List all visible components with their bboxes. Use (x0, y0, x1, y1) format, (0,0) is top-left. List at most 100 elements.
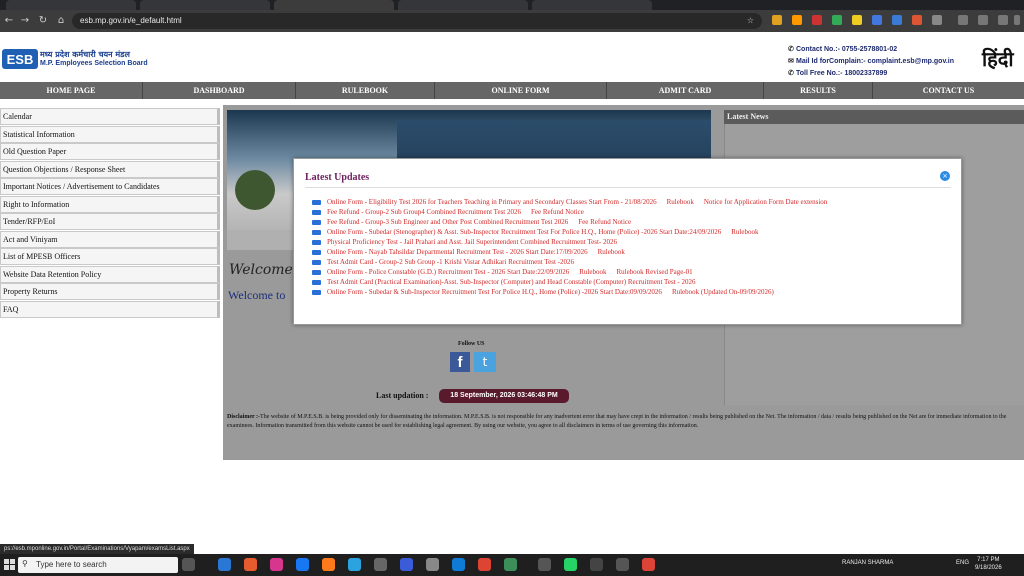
menu-admit-card[interactable]: ADMIT CARD (607, 82, 764, 99)
update-sub-link[interactable]: Rulebook (667, 198, 694, 206)
update-link[interactable]: Online Form - Police Constable (G.D.) Re… (327, 268, 569, 276)
app-icon[interactable] (400, 558, 413, 571)
update-link[interactable]: Test Admit Card (Practical Examination)-… (327, 278, 695, 286)
home-icon[interactable]: ⌂ (54, 14, 68, 28)
tray-language[interactable]: ENG (956, 560, 969, 566)
browser-tab-strip (0, 0, 1024, 10)
logo-english-text: M.P. Employees Selection Board (40, 60, 148, 67)
update-link[interactable]: Test Admit Card - Group-2 Sub Group -1 K… (327, 258, 574, 266)
firefox-icon[interactable] (322, 558, 335, 571)
extension-icon[interactable] (772, 15, 782, 25)
windows-start-icon[interactable] (4, 558, 16, 570)
forward-icon[interactable]: → (18, 14, 32, 28)
app-icon[interactable] (504, 558, 517, 571)
app-icon[interactable] (374, 558, 387, 571)
update-link[interactable]: Online Form - Subedar & Sub-Inspector Re… (327, 288, 662, 296)
extension-icon[interactable] (872, 15, 882, 25)
update-sub-link[interactable]: Rulebook (Updated On-09/09/2026) (672, 288, 774, 296)
extension-icon[interactable] (852, 15, 862, 25)
contact-number: ✆ Contact No.:- 0755-2578801-02 (788, 45, 897, 53)
chrome-active-icon[interactable] (642, 558, 655, 571)
update-link[interactable]: Online Form - Eligibility Test 2026 for … (327, 198, 657, 206)
update-sub-link[interactable]: Fee Refund Notice (578, 218, 631, 226)
bookmark-star-icon[interactable]: ☆ (747, 13, 754, 29)
update-sub-link[interactable]: Notice for Application Form Date extensi… (704, 198, 827, 206)
close-icon[interactable]: × (940, 171, 950, 181)
menu-rulebook[interactable]: RULEBOOK (296, 82, 435, 99)
sidebar-item-faq[interactable]: FAQ (0, 300, 220, 318)
update-link[interactable]: Physical Proficiency Test - Jail Prahari… (327, 238, 617, 246)
instagram-icon[interactable] (270, 558, 283, 571)
update-sub-link[interactable]: Fee Refund Notice (531, 208, 584, 216)
extension-icon[interactable] (832, 15, 842, 25)
app-icon[interactable] (590, 558, 603, 571)
tray-clock[interactable]: 7:17 PM 9/18/2026 (975, 556, 1002, 572)
reload-icon[interactable]: ↻ (36, 14, 50, 28)
menu-dashboard[interactable]: DASHBOARD (143, 82, 296, 99)
extensions-puzzle-icon[interactable] (932, 15, 942, 25)
updates-list: Online Form - Eligibility Test 2026 for … (312, 197, 952, 297)
sidebar-item-mpesb-officers[interactable]: List of MPESB Officers (0, 248, 220, 265)
hindi-language-link[interactable]: हिंदी (982, 45, 1014, 72)
menu-contact-us[interactable]: CONTACT US (873, 82, 1024, 99)
task-view-icon[interactable] (182, 558, 195, 571)
disclaimer: Disclaimer :-The website of M.P.E.S.B. i… (227, 413, 1022, 431)
update-sub-link[interactable]: Rulebook Revised Page-01 (616, 268, 692, 276)
update-item: Test Admit Card (Practical Examination)-… (312, 277, 952, 287)
profile-icon[interactable] (998, 15, 1008, 25)
chrome-icon[interactable] (478, 558, 491, 571)
esb-logo[interactable]: ESB (2, 49, 38, 69)
facebook-icon[interactable]: f (450, 352, 470, 372)
browser-tab[interactable] (532, 0, 652, 10)
latest-updates-modal: Latest Updates × Online Form - Eligibili… (293, 158, 962, 325)
reading-list-icon[interactable] (978, 15, 988, 25)
update-sub-link[interactable]: Rulebook (598, 248, 625, 256)
menu-online-form[interactable]: ONLINE FORM (435, 82, 607, 99)
taskbar-search-input[interactable]: Type here to search (18, 557, 178, 573)
browser-tab[interactable] (398, 0, 528, 10)
browser-tab-active[interactable] (274, 0, 394, 10)
extension-icon[interactable] (912, 15, 922, 25)
facebook-app-icon[interactable] (296, 558, 309, 571)
download-icon[interactable] (958, 15, 968, 25)
tray-user-name[interactable]: RANJAN SHARMA (842, 560, 893, 566)
twitter-icon[interactable]: t (474, 352, 496, 372)
extension-icon[interactable] (812, 15, 822, 25)
browser-tab[interactable] (6, 0, 136, 10)
sidebar-item-important-notices[interactable]: Important Notices / Advertisement to Can… (0, 178, 220, 195)
update-item: Fee Refund - Group-2 Sub Group4 Combined… (312, 207, 952, 217)
sidebar-item-old-question-paper[interactable]: Old Question Paper (0, 143, 220, 160)
menu-results[interactable]: RESULTS (764, 82, 873, 99)
app-icon[interactable] (616, 558, 629, 571)
update-sub-link[interactable]: Rulebook (731, 228, 758, 236)
app-icon[interactable] (426, 558, 439, 571)
sidebar-item-right-to-information[interactable]: Right to Information (0, 195, 220, 213)
menu-home[interactable]: HOME PAGE (0, 82, 143, 99)
update-link[interactable]: Fee Refund - Group-3 Sub Engineer and Ot… (327, 218, 568, 226)
update-link[interactable]: Fee Refund - Group-2 Sub Group4 Combined… (327, 208, 521, 216)
browser-tab[interactable] (140, 0, 270, 10)
update-link[interactable]: Online Form - Nayab Tahsildar Department… (327, 248, 588, 256)
sidebar-item-calendar[interactable]: Calendar (0, 108, 220, 125)
sidebar-item-tender[interactable]: Tender/RFP/EoI (0, 213, 220, 230)
amazon-extension-icon[interactable] (792, 15, 802, 25)
edge-icon[interactable] (452, 558, 465, 571)
address-bar[interactable]: esb.mp.gov.in/e_default.html ☆ (72, 13, 762, 29)
extension-icon[interactable] (892, 15, 902, 25)
app-icon[interactable] (538, 558, 551, 571)
sidebar-item-act-and-viniyam[interactable]: Act and Viniyam (0, 230, 220, 248)
whatsapp-icon[interactable] (564, 558, 577, 571)
update-link[interactable]: Online Form - Subedar (Stenographer) & A… (327, 228, 721, 236)
app-icon[interactable] (218, 558, 231, 571)
telegram-icon[interactable] (348, 558, 361, 571)
menu-icon[interactable] (1014, 15, 1020, 25)
welcome-text: Welcome to (228, 288, 286, 302)
app-icon[interactable] (244, 558, 257, 571)
sidebar-item-question-objections[interactable]: Question Objections / Response Sheet (0, 160, 220, 178)
sidebar-item-property-returns[interactable]: Property Returns (0, 283, 220, 300)
update-sub-link[interactable]: Rulebook (579, 268, 606, 276)
complaint-mail[interactable]: ✉ Mail Id forComplain:- complaint.esb@mp.… (788, 57, 954, 65)
back-icon[interactable]: ← (2, 14, 16, 28)
sidebar-item-data-retention-policy[interactable]: Website Data Retention Policy (0, 265, 220, 283)
sidebar-item-statistical-information[interactable]: Statistical Information (0, 125, 220, 143)
